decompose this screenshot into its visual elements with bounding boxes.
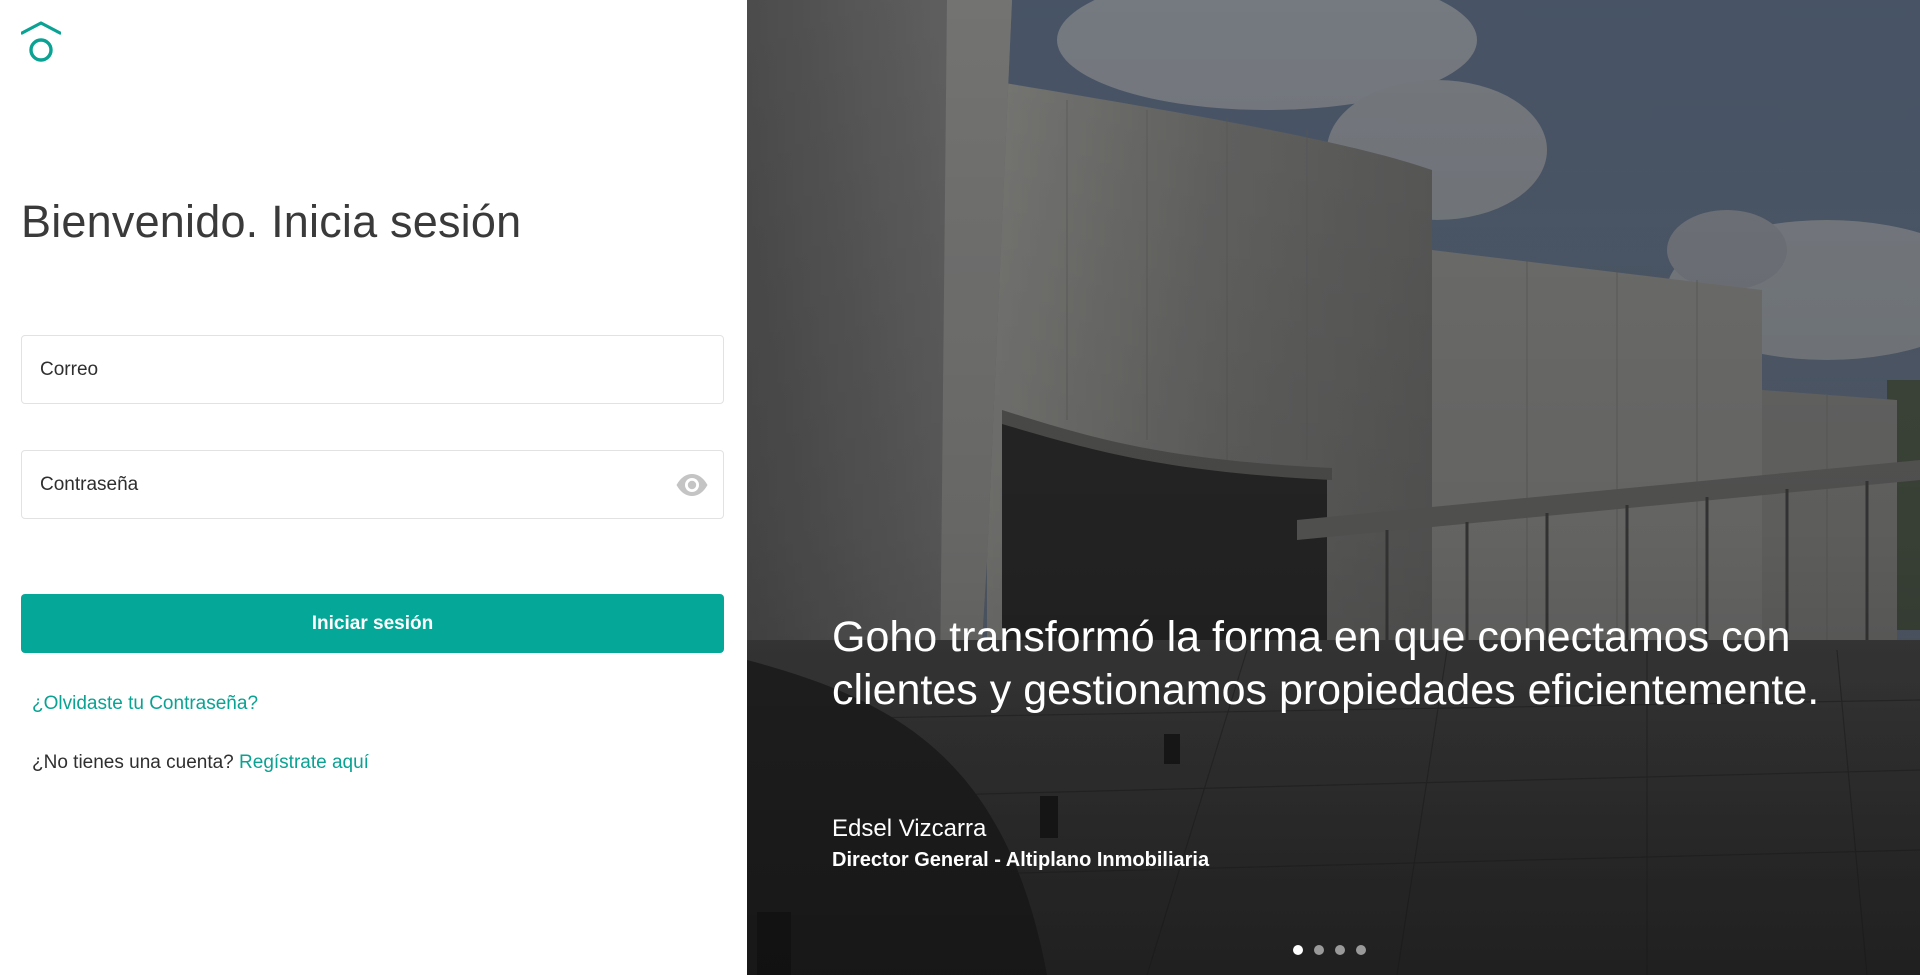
forgot-password-link[interactable]: ¿Olvidaste tu Contraseña? [32,693,258,715]
login-panel: Bienvenido. Inicia sesión Iniciar sesión… [0,0,747,975]
login-button[interactable]: Iniciar sesión [21,594,724,653]
carousel-dot-1[interactable] [1293,945,1303,955]
eye-icon[interactable] [675,472,709,498]
hero-panel: Goho transformó la forma en que conectam… [747,0,1920,975]
page-title: Bienvenido. Inicia sesión [21,196,522,247]
carousel-dot-3[interactable] [1335,945,1345,955]
no-account-text: ¿No tienes una cuenta? [32,752,234,773]
signup-prompt: ¿No tienes una cuenta? Regístrate aquí [32,752,369,774]
testimonial-role: Director General - Altiplano Inmobiliari… [832,849,1210,871]
goho-house-logo-icon[interactable] [21,20,61,64]
testimonial-quote: Goho transformó la forma en que conectam… [832,613,1820,714]
signup-link[interactable]: Regístrate aquí [239,752,369,773]
carousel-dot-4[interactable] [1356,945,1366,955]
carousel-dot-2[interactable] [1314,945,1324,955]
carousel-dots [1293,945,1366,955]
password-field[interactable] [21,450,724,519]
email-field[interactable] [21,335,724,404]
email-input[interactable] [22,336,723,403]
password-input[interactable] [22,451,723,518]
login-page: Bienvenido. Inicia sesión Iniciar sesión… [0,0,1920,975]
testimonial-author: Edsel Vizcarra [832,815,987,842]
